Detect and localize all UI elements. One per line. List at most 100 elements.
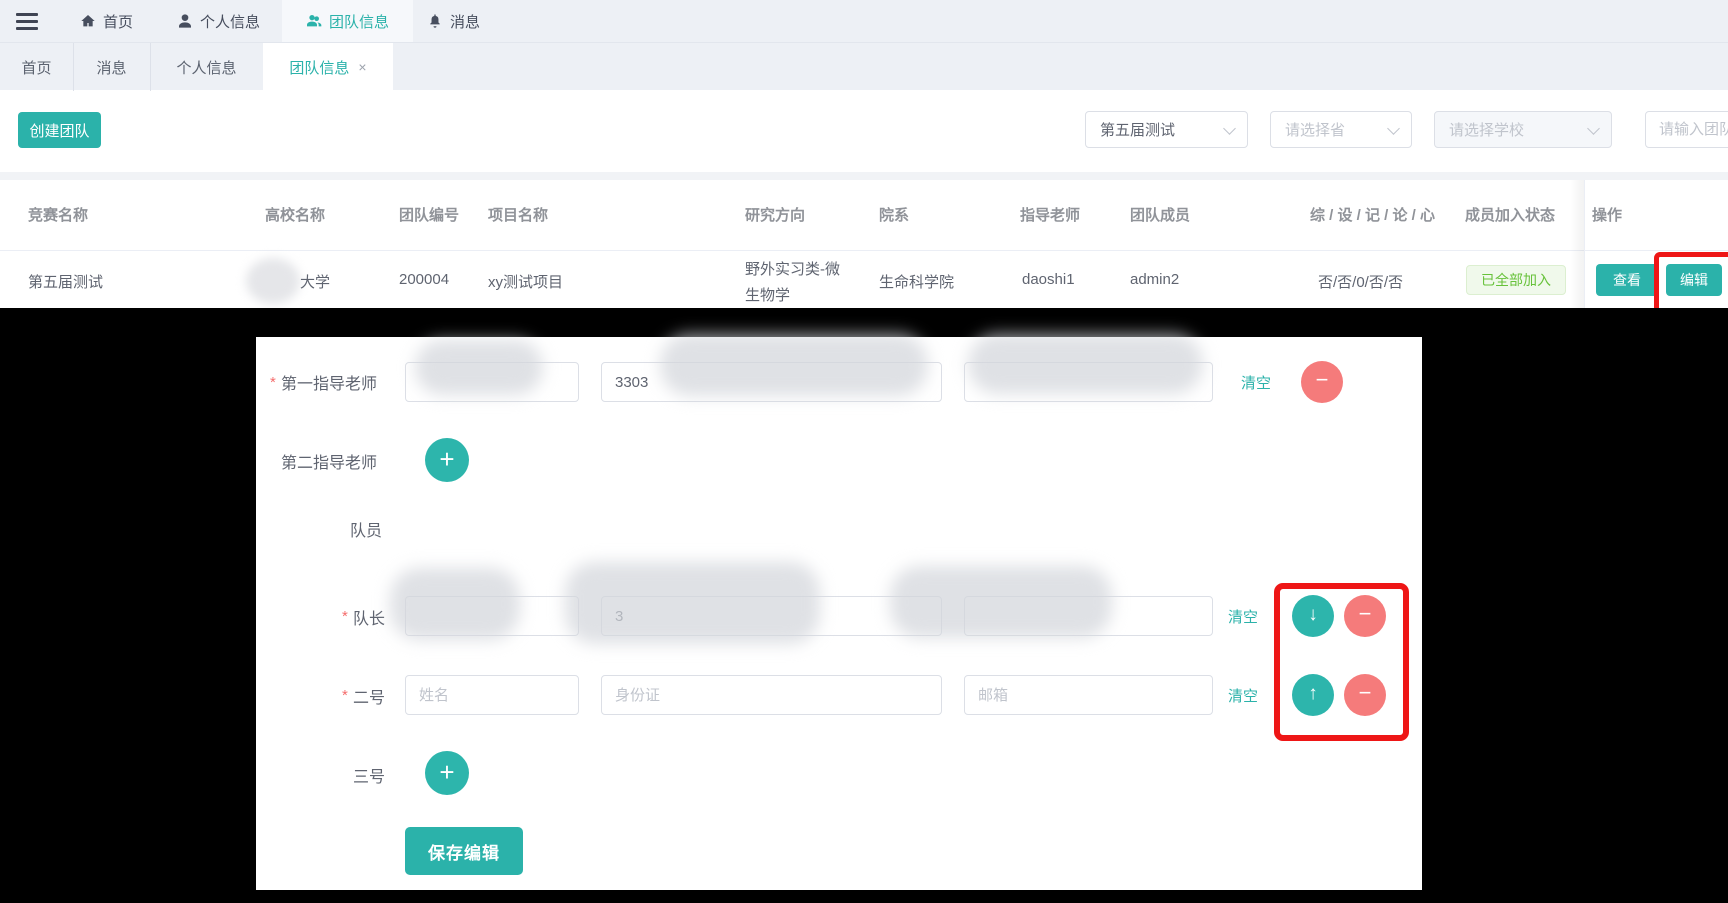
close-icon[interactable]: ×: [358, 59, 366, 75]
col-flags: 综 / 设 / 记 / 论 / 心: [1310, 204, 1435, 225]
clear-member2-link[interactable]: 清空: [1228, 685, 1258, 706]
cell-project: xy测试项目: [488, 271, 563, 292]
minus-icon: −: [1316, 367, 1329, 392]
member2-email-input[interactable]: [964, 675, 1213, 715]
blur-mask: [660, 334, 928, 396]
tab-messages-label: 消息: [96, 57, 126, 78]
edit-team-modal: * 第一指导老师 清空 − 第二指导老师 + 队员 * 队长 清空 ↓ − * …: [256, 337, 1422, 890]
move-member2-up-button[interactable]: ↑: [1292, 674, 1334, 716]
nav-messages-label: 消息: [450, 11, 480, 32]
view-button[interactable]: 查看: [1596, 264, 1658, 296]
tab-profile[interactable]: 个人信息: [150, 43, 264, 91]
province-select-placeholder: 请选择省: [1285, 119, 1345, 140]
minus-icon: −: [1359, 601, 1372, 626]
nav-item-home[interactable]: 首页: [80, 0, 133, 42]
tab-messages[interactable]: 消息: [73, 43, 151, 91]
cell-department: 生命科学院: [879, 271, 954, 292]
required-mark: *: [270, 374, 276, 391]
member2-name-input[interactable]: [405, 675, 579, 715]
chevron-down-icon: [1223, 122, 1236, 135]
user-icon: [177, 13, 193, 29]
section-divider: [0, 172, 1728, 180]
cell-direction-line2: 生物学: [745, 284, 790, 305]
fixed-column-shadow: [1570, 180, 1584, 308]
member3-label: 三号: [353, 763, 385, 787]
blur-mask: [968, 334, 1203, 394]
col-university: 高校名称: [265, 204, 325, 225]
remove-advisor1-button[interactable]: −: [1301, 361, 1343, 403]
nav-item-team[interactable]: 团队信息: [282, 0, 413, 42]
nav-profile-label: 个人信息: [200, 11, 260, 32]
cell-members: admin2: [1130, 271, 1179, 288]
clear-captain-link[interactable]: 清空: [1228, 606, 1258, 627]
required-mark: *: [342, 608, 348, 625]
col-team-no: 团队编号: [399, 204, 459, 225]
cell-competition: 第五届测试: [28, 271, 103, 292]
blur-mask: [890, 566, 1112, 638]
col-advisor: 指导老师: [1020, 204, 1080, 225]
arrow-down-icon: ↓: [1308, 604, 1318, 625]
menu-icon[interactable]: [16, 0, 38, 42]
col-members: 团队成员: [1130, 204, 1190, 225]
blur-mask: [390, 568, 520, 640]
tab-team[interactable]: 团队信息 ×: [263, 43, 393, 91]
second-advisor-label: 第二指导老师: [281, 449, 377, 473]
blur-mask: [415, 340, 543, 395]
table-header-divider: [0, 250, 1728, 251]
home-icon: [80, 13, 96, 29]
col-competition: 竞赛名称: [28, 204, 88, 225]
remove-captain-button[interactable]: −: [1344, 595, 1386, 637]
tab-home[interactable]: 首页: [0, 43, 74, 91]
member2-label: 二号: [353, 684, 385, 708]
tab-profile-label: 个人信息: [176, 57, 236, 78]
team-icon: [306, 13, 322, 29]
tab-bar: 首页 消息 个人信息 团队信息 ×: [0, 42, 1728, 90]
plus-icon: +: [439, 757, 454, 787]
cell-university: 大学: [300, 271, 330, 292]
chevron-down-icon: [1587, 122, 1600, 135]
save-edit-button[interactable]: 保存编辑: [405, 827, 523, 875]
first-advisor-label: 第一指导老师: [281, 370, 377, 394]
arrow-up-icon: ↑: [1308, 683, 1318, 704]
school-select[interactable]: 请选择学校: [1434, 111, 1612, 148]
create-team-button[interactable]: 创建团队: [18, 112, 101, 148]
province-select[interactable]: 请选择省: [1270, 111, 1412, 148]
school-select-placeholder: 请选择学校: [1449, 119, 1524, 140]
remove-member2-button[interactable]: −: [1344, 674, 1386, 716]
nav-home-label: 首页: [103, 11, 133, 32]
cell-flags: 否/否/0/否/否: [1318, 271, 1403, 292]
add-member3-button[interactable]: +: [425, 751, 469, 795]
status-badge: 已全部加入: [1466, 265, 1566, 295]
cell-team-no: 200004: [399, 271, 449, 288]
team-search-input[interactable]: [1645, 111, 1728, 148]
edit-button[interactable]: 编辑: [1666, 264, 1722, 296]
required-mark: *: [342, 687, 348, 704]
nav-item-profile[interactable]: 个人信息: [177, 0, 260, 42]
col-direction: 研究方向: [745, 204, 805, 225]
cell-direction-line1: 野外实习类-微: [745, 258, 840, 279]
add-advisor2-button[interactable]: +: [425, 438, 469, 482]
tab-home-label: 首页: [21, 57, 51, 78]
fixed-column-divider: [1584, 180, 1585, 308]
chevron-down-icon: [1387, 122, 1400, 135]
minus-icon: −: [1359, 680, 1372, 705]
col-actions: 操作: [1592, 204, 1622, 225]
col-join-status: 成员加入状态: [1465, 204, 1555, 225]
col-department: 院系: [879, 204, 909, 225]
nav-item-messages[interactable]: 消息: [427, 0, 480, 42]
clear-advisor1-link[interactable]: 清空: [1241, 372, 1271, 393]
nav-team-label: 团队信息: [329, 11, 389, 32]
competition-select[interactable]: 第五届测试: [1085, 111, 1248, 148]
blur-mask: [246, 258, 300, 304]
members-section-label: 队员: [350, 517, 382, 541]
cell-advisor: daoshi1: [1022, 271, 1075, 288]
move-captain-down-button[interactable]: ↓: [1292, 595, 1334, 637]
top-navbar: 首页 个人信息 团队信息 消息: [0, 0, 1728, 42]
plus-icon: +: [439, 444, 454, 474]
competition-select-value: 第五届测试: [1100, 119, 1175, 140]
col-project: 项目名称: [488, 204, 548, 225]
bell-icon: [427, 13, 443, 29]
blur-mask: [565, 562, 820, 644]
member2-id-input[interactable]: [601, 675, 942, 715]
captain-label: 队长: [353, 605, 385, 629]
